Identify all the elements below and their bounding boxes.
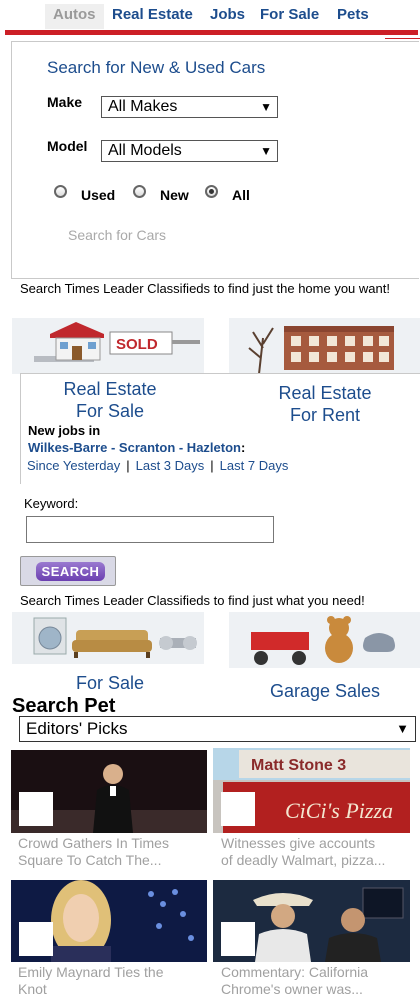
video-caption[interactable]: Witnesses give accounts of deadly Walmar…: [221, 835, 385, 869]
video-caption[interactable]: Emily Maynard Ties the Knot: [18, 964, 164, 998]
caption-line-2: Chrome's owner was...: [221, 981, 363, 997]
caption-line-1: Commentary: California: [221, 964, 369, 980]
link-line-2: For Rent: [289, 405, 361, 425]
video-overlay: [221, 792, 255, 826]
jobs-cities-colon: :: [240, 440, 246, 455]
separator: |: [126, 458, 130, 473]
wagon-toys-image[interactable]: [229, 612, 420, 668]
video-caption[interactable]: Commentary: California Chrome's owner wa…: [221, 964, 368, 998]
search-cars-link[interactable]: Search for Cars: [68, 227, 166, 243]
tab-for-sale[interactable]: For Sale: [260, 6, 319, 23]
tab-underline: [5, 30, 418, 35]
video-overlay: [19, 792, 53, 826]
link-line-1: Real Estate: [278, 383, 372, 403]
link-line-2: For Sale: [75, 401, 145, 421]
editors-picks-value: Editors' Picks: [26, 719, 128, 738]
tab-jobs[interactable]: Jobs: [210, 6, 245, 23]
dropdown-arrow-icon: ▼: [396, 721, 409, 736]
caption-line-2: Knot: [18, 981, 47, 997]
model-select[interactable]: All Models ▼: [101, 140, 278, 162]
garage-sales-link[interactable]: Garage Sales: [236, 680, 414, 702]
radio-all[interactable]: [205, 185, 218, 198]
search-button[interactable]: SEARCH: [20, 556, 116, 586]
furniture-image[interactable]: [12, 612, 204, 664]
category-tabs: Autos Real Estate Jobs For Sale Pets: [0, 0, 420, 32]
keyword-label: Keyword:: [24, 496, 79, 511]
link-line-1: Real Estate: [63, 379, 157, 399]
car-search-title: Search for New & Used Cars: [47, 58, 266, 77]
radio-all-label: All: [232, 187, 250, 203]
caption-line-1: Emily Maynard Ties the: [18, 964, 164, 980]
tab-autos[interactable]: Autos: [45, 4, 104, 29]
jobs-cities-link[interactable]: Wilkes-Barre - Scranton - Hazleton: [28, 440, 241, 455]
editors-picks-select[interactable]: Editors' Picks ▼: [19, 716, 416, 742]
video-thumbnail[interactable]: Matt Stone 3 CiCi's Pizza: [213, 748, 410, 833]
video-caption[interactable]: Crowd Gathers In Times Square To Catch T…: [18, 835, 169, 869]
tab-real-estate[interactable]: Real Estate: [112, 6, 193, 23]
video-thumbnail[interactable]: [213, 880, 410, 962]
search-pet-title: Search Pet: [12, 695, 116, 717]
make-label: Make: [47, 94, 83, 110]
caption-line-1: Crowd Gathers In Times: [18, 835, 169, 851]
sold-sign-text: SOLD: [116, 336, 158, 353]
wagon-teddy-bear-icon: [229, 612, 420, 668]
house-sold-icon: SOLD: [12, 318, 204, 374]
pizza-sign-text: CiCi's Pizza: [285, 798, 393, 823]
video-overlay: [19, 922, 53, 956]
search-button-label: SEARCH: [36, 562, 105, 581]
caption-line-1: Witnesses give accounts: [221, 835, 376, 851]
jobs-cities: Wilkes-Barre - Scranton - Hazleton:: [28, 440, 245, 455]
make-select[interactable]: All Makes ▼: [101, 96, 278, 118]
model-select-value: All Models: [108, 142, 182, 159]
caption-line-2: of deadly Walmart, pizza...: [221, 852, 386, 868]
jobs-heading: New jobs in: [28, 423, 101, 438]
divider: [385, 38, 420, 39]
house-sold-image[interactable]: SOLD: [12, 318, 204, 374]
couch-appliance-icon: [12, 612, 204, 664]
for-sale-blurb: Search Times Leader Classifieds to find …: [20, 593, 365, 608]
radio-used-label: Used: [81, 187, 116, 203]
last-7-days-link[interactable]: Last 7 Days: [220, 458, 289, 473]
radio-new-label: New: [160, 187, 189, 203]
tab-pets[interactable]: Pets: [337, 6, 369, 23]
separator: |: [210, 458, 214, 473]
keyword-input[interactable]: [26, 516, 274, 543]
since-yesterday-link[interactable]: Since Yesterday: [27, 458, 120, 473]
radio-new[interactable]: [133, 185, 146, 198]
real-estate-for-rent-link[interactable]: Real Estate For Rent: [236, 382, 414, 426]
make-select-value: All Makes: [108, 98, 178, 115]
real-estate-blurb: Search Times Leader Classifieds to find …: [20, 281, 390, 296]
store-sign-text: Matt Stone 3: [251, 757, 346, 774]
jobs-date-links: Since Yesterday | Last 3 Days | Last 7 Days: [27, 458, 288, 473]
caption-line-2: Square To Catch The...: [18, 852, 162, 868]
dropdown-arrow-icon: ▼: [260, 144, 272, 158]
video-overlay: [221, 922, 255, 956]
video-thumbnail[interactable]: [11, 750, 207, 833]
real-estate-for-sale-link[interactable]: Real Estate For Sale: [20, 378, 200, 422]
apartment-building-icon: [229, 318, 420, 374]
last-3-days-link[interactable]: Last 3 Days: [136, 458, 205, 473]
apartment-image[interactable]: [229, 318, 420, 374]
video-thumbnail[interactable]: [11, 880, 207, 962]
for-sale-link[interactable]: For Sale: [20, 672, 200, 694]
dropdown-arrow-icon: ▼: [260, 100, 272, 114]
model-label: Model: [47, 138, 88, 154]
radio-used[interactable]: [54, 185, 67, 198]
